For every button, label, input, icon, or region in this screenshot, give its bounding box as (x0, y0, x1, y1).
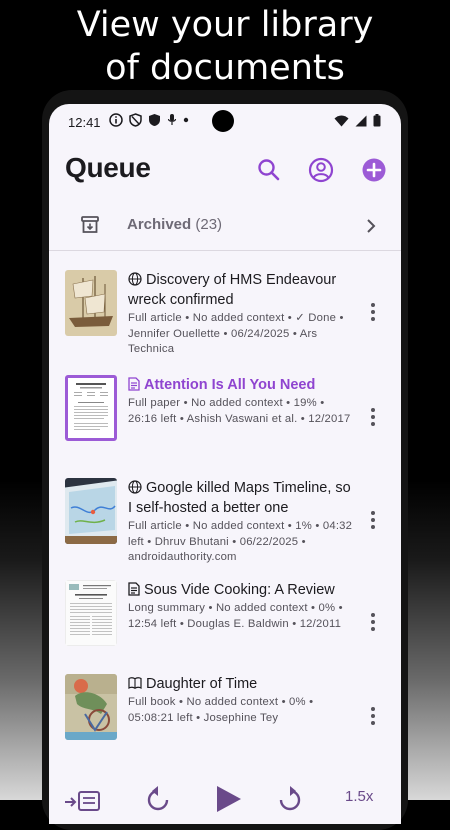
chevron-right-icon (367, 219, 376, 233)
status-time: 12:41 (68, 115, 101, 130)
document-icon (128, 582, 140, 596)
queue-item[interactable]: Sous Vide Cooking: A Review Long summary… (49, 580, 401, 676)
queue-item[interactable]: Daughter of Time Full book • No added co… (49, 674, 401, 770)
item-meta: Full article • No added context • 1% • 0… (128, 520, 353, 563)
item-title-text: Daughter of Time (146, 676, 258, 692)
search-icon[interactable] (255, 156, 283, 184)
globe-icon (128, 272, 142, 286)
item-meta: Long summary • No added context • 0% • 1… (128, 602, 343, 630)
wifi-icon (334, 115, 349, 126)
item-title: Attention Is All You Need (128, 375, 356, 395)
account-icon[interactable] (307, 156, 335, 184)
play-icon[interactable] (211, 782, 245, 816)
add-icon[interactable] (360, 156, 388, 184)
app-screen: 12:41 Queue Archived (23) Discovery of H… (49, 104, 401, 824)
item-text: Attention Is All You Need Full paper • N… (128, 375, 356, 427)
item-text: Sous Vide Cooking: A Review Long summary… (128, 580, 356, 632)
promo-line-1: View your library (76, 5, 374, 45)
more-options-icon[interactable] (363, 610, 383, 634)
item-title: Sous Vide Cooking: A Review (128, 580, 356, 600)
queue-next-icon[interactable] (63, 788, 103, 812)
item-title-text: Google killed Maps Timeline, so I self-h… (128, 480, 351, 516)
item-thumbnail (65, 478, 117, 544)
camera-cutout (212, 110, 234, 132)
item-meta: Full article • No added context • ✓ Done… (128, 312, 344, 355)
item-title-text: Sous Vide Cooking: A Review (144, 582, 335, 598)
item-text: Daughter of Time Full book • No added co… (128, 674, 356, 726)
battery-icon (373, 114, 381, 127)
archived-count: (23) (195, 216, 223, 233)
queue-item[interactable]: Discovery of HMS Endeavour wreck confirm… (49, 270, 401, 366)
item-meta: Full book • No added context • 0% • 05:0… (128, 696, 314, 724)
item-title-text: Attention Is All You Need (144, 377, 316, 393)
playback-speed-button[interactable]: 1.5x (345, 788, 373, 805)
item-meta: Full paper • No added context • 19% • 26… (128, 397, 351, 425)
rewind-icon[interactable] (145, 784, 173, 812)
book-icon (128, 677, 142, 690)
item-title: Daughter of Time (128, 674, 356, 694)
info-icon (109, 113, 123, 127)
archived-row[interactable]: Archived (23) (49, 204, 401, 248)
item-text: Google killed Maps Timeline, so I self-h… (128, 478, 356, 566)
status-bar: 12:41 (49, 104, 401, 140)
item-title: Google killed Maps Timeline, so I self-h… (128, 478, 356, 518)
shield-icon (149, 114, 160, 126)
app-bar: Queue (49, 144, 401, 200)
item-thumbnail (65, 674, 117, 740)
promo-line-2: of documents (105, 48, 345, 88)
item-title-text: Discovery of HMS Endeavour wreck confirm… (128, 272, 337, 308)
page-title: Queue (65, 152, 151, 183)
divider (49, 250, 401, 251)
item-thumbnail (65, 580, 117, 646)
globe-icon (128, 480, 142, 494)
more-options-icon[interactable] (363, 405, 383, 429)
mic-icon (167, 114, 177, 125)
archive-icon (81, 216, 99, 233)
fast-forward-icon[interactable] (275, 784, 303, 812)
queue-item[interactable]: Attention Is All You Need Full paper • N… (49, 375, 401, 471)
player-bar: 1.5x (49, 776, 401, 824)
signal-icon (355, 115, 367, 126)
more-options-icon[interactable] (363, 300, 383, 324)
item-text: Discovery of HMS Endeavour wreck confirm… (128, 270, 356, 358)
more-options-icon[interactable] (363, 704, 383, 728)
promo-headline: View your library of documents (0, 4, 450, 90)
more-options-icon[interactable] (363, 508, 383, 532)
item-thumbnail (65, 375, 117, 441)
document-icon (128, 377, 140, 391)
vpn-shield-icon (129, 113, 142, 127)
archived-label: Archived (23) (127, 216, 222, 233)
queue-item[interactable]: Google killed Maps Timeline, so I self-h… (49, 478, 401, 574)
archived-text: Archived (127, 216, 192, 233)
item-title: Discovery of HMS Endeavour wreck confirm… (128, 270, 356, 310)
item-thumbnail (65, 270, 117, 336)
notification-dot-icon (183, 117, 189, 123)
